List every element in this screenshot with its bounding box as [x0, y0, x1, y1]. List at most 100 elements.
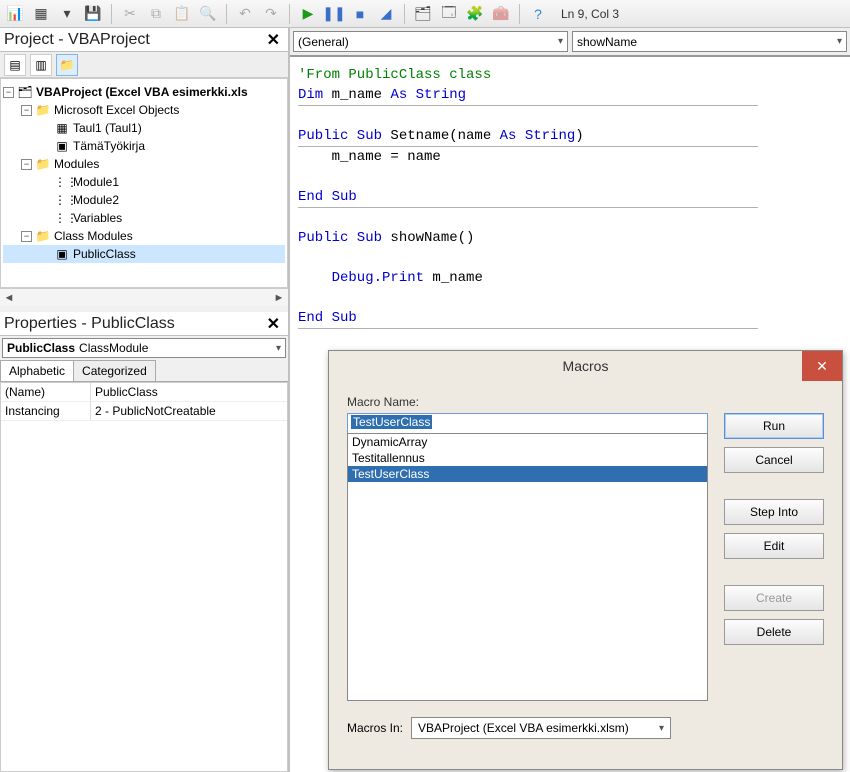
property-row[interactable]: Instancing 2 - PublicNotCreatable: [1, 402, 287, 421]
item-label: Variables: [73, 211, 122, 225]
design-icon[interactable]: ◢: [375, 3, 397, 25]
tree-group-class-modules[interactable]: − 📁 Class Modules: [3, 227, 285, 245]
chevron-down-icon: ▾: [276, 343, 281, 354]
tree-group-excel-objects[interactable]: − 📁 Microsoft Excel Objects: [3, 101, 285, 119]
scroll-left-icon[interactable]: ◄: [2, 292, 16, 304]
tree-group-modules[interactable]: − 📁 Modules: [3, 155, 285, 173]
dropdown-icon[interactable]: ▾: [56, 3, 78, 25]
property-value[interactable]: 2 - PublicNotCreatable: [91, 402, 287, 420]
class-icon: ▣: [54, 247, 70, 261]
property-value[interactable]: PublicClass: [91, 383, 287, 401]
stop-icon[interactable]: ■: [349, 3, 371, 25]
cut-icon[interactable]: ✂: [119, 3, 141, 25]
tab-alphabetic[interactable]: Alphabetic: [0, 360, 74, 381]
code-comment: 'From PublicClass class: [298, 67, 491, 83]
macros-dialog: Macros ✕ Macro Name: TestUserClass Dynam…: [328, 350, 843, 770]
separator: [289, 4, 290, 24]
excel-icon[interactable]: 📊: [4, 3, 26, 25]
project-tree[interactable]: − 🗂 VBAProject (Excel VBA esimerkki.xls …: [0, 78, 288, 288]
procedure-combo-value: showName: [577, 35, 637, 49]
property-key: Instancing: [1, 402, 91, 420]
tree-item-taul1[interactable]: ▦ Taul1 (Taul1): [3, 119, 285, 137]
property-row[interactable]: (Name) PublicClass: [1, 383, 287, 402]
view-code-icon[interactable]: ▤: [4, 54, 26, 76]
tree-item-variables[interactable]: ⋮⋮ Variables: [3, 209, 285, 227]
tab-categorized[interactable]: Categorized: [73, 360, 156, 381]
module-icon: ⋮⋮: [54, 211, 70, 225]
find-icon[interactable]: 🔍: [197, 3, 219, 25]
redo-icon[interactable]: ↷: [260, 3, 282, 25]
collapse-icon[interactable]: −: [21, 159, 32, 170]
list-item[interactable]: TestUserClass: [348, 466, 707, 482]
create-button[interactable]: Create: [724, 585, 824, 611]
paste-icon[interactable]: 📋: [171, 3, 193, 25]
collapse-icon[interactable]: −: [3, 87, 14, 98]
chevron-down-icon: ▾: [558, 36, 563, 47]
cancel-button[interactable]: Cancel: [724, 447, 824, 473]
macro-list[interactable]: DynamicArray Testitallennus TestUserClas…: [347, 433, 708, 701]
left-panels: Project - VBAProject ✕ ▤ ▥ 📁 − 🗂 VBAProj…: [0, 28, 290, 772]
save-icon[interactable]: 💾: [82, 3, 104, 25]
view-icon[interactable]: ▦: [30, 3, 52, 25]
pause-icon[interactable]: ❚❚: [323, 3, 345, 25]
separator: [111, 4, 112, 24]
item-label: Module2: [73, 193, 119, 207]
edit-button[interactable]: Edit: [724, 533, 824, 559]
macros-in-label: Macros In:: [347, 721, 403, 735]
help-icon[interactable]: ?: [527, 3, 549, 25]
step-into-button[interactable]: Step Into: [724, 499, 824, 525]
toolbox-icon[interactable]: 🧰: [490, 3, 512, 25]
macro-name-input[interactable]: TestUserClass: [347, 413, 708, 434]
view-folder-icon[interactable]: 📁: [56, 54, 78, 76]
project-pane-header: Project - VBAProject ✕: [0, 28, 288, 52]
view-object-icon[interactable]: ▥: [30, 54, 52, 76]
procedure-combo[interactable]: showName ▾: [572, 31, 847, 52]
project-icon[interactable]: 🗂: [412, 3, 434, 25]
macros-in-select[interactable]: VBAProject (Excel VBA esimerkki.xlsm) ▾: [411, 717, 671, 739]
folder-icon: 📁: [35, 157, 51, 171]
folder-icon: 📁: [35, 229, 51, 243]
item-label: TämäTyökirja: [73, 139, 145, 153]
folder-icon: 📁: [35, 103, 51, 117]
project-title: Project - VBAProject: [4, 31, 263, 49]
delete-button[interactable]: Delete: [724, 619, 824, 645]
close-icon[interactable]: ✕: [263, 30, 284, 50]
list-item[interactable]: Testitallennus: [348, 450, 707, 466]
dialog-titlebar[interactable]: Macros ✕: [329, 351, 842, 381]
item-label: PublicClass: [73, 247, 136, 261]
main-toolbar: 📊 ▦ ▾ 💾 ✂ ⧉ 📋 🔍 ↶ ↷ ▶ ❚❚ ■ ◢ 🗂 🗔 🧩 🧰 ? L…: [0, 0, 850, 28]
tree-item-module1[interactable]: ⋮⋮ Module1: [3, 173, 285, 191]
properties-tabs: Alphabetic Categorized: [0, 360, 288, 382]
editor-combo-row: (General) ▾ showName ▾: [290, 28, 850, 57]
macro-name-value: TestUserClass: [351, 415, 432, 429]
properties-icon[interactable]: 🗔: [438, 3, 460, 25]
tree-item-module2[interactable]: ⋮⋮ Module2: [3, 191, 285, 209]
object-combo[interactable]: (General) ▾: [293, 31, 568, 52]
separator: [226, 4, 227, 24]
object-icon[interactable]: 🧩: [464, 3, 486, 25]
sheet-icon: ▦: [54, 121, 70, 135]
project-view-bar: ▤ ▥ 📁: [0, 52, 288, 78]
tree-root[interactable]: − 🗂 VBAProject (Excel VBA esimerkki.xls: [3, 83, 285, 101]
tree-item-publicclass[interactable]: ▣ PublicClass: [3, 245, 285, 263]
close-icon[interactable]: ✕: [263, 314, 284, 334]
run-button[interactable]: Run: [724, 413, 824, 439]
cursor-position: Ln 9, Col 3: [561, 7, 619, 21]
list-item[interactable]: DynamicArray: [348, 434, 707, 450]
close-button[interactable]: ✕: [802, 351, 842, 381]
tree-scrollbar[interactable]: ◄ ►: [0, 288, 288, 306]
scroll-right-icon[interactable]: ►: [272, 292, 286, 304]
project-root-label: VBAProject (Excel VBA esimerkki.xls: [36, 85, 248, 99]
property-key: (Name): [1, 383, 91, 401]
properties-grid[interactable]: (Name) PublicClass Instancing 2 - Public…: [0, 382, 288, 772]
collapse-icon[interactable]: −: [21, 105, 32, 116]
collapse-icon[interactable]: −: [21, 231, 32, 242]
chevron-down-icon: ▾: [837, 36, 842, 47]
undo-icon[interactable]: ↶: [234, 3, 256, 25]
object-selector[interactable]: PublicClass ClassModule ▾: [2, 338, 286, 358]
module-icon: ⋮⋮: [54, 175, 70, 189]
tree-item-workbook[interactable]: ▣ TämäTyökirja: [3, 137, 285, 155]
properties-pane-header: Properties - PublicClass ✕: [0, 312, 288, 336]
run-icon[interactable]: ▶: [297, 3, 319, 25]
copy-icon[interactable]: ⧉: [145, 3, 167, 25]
